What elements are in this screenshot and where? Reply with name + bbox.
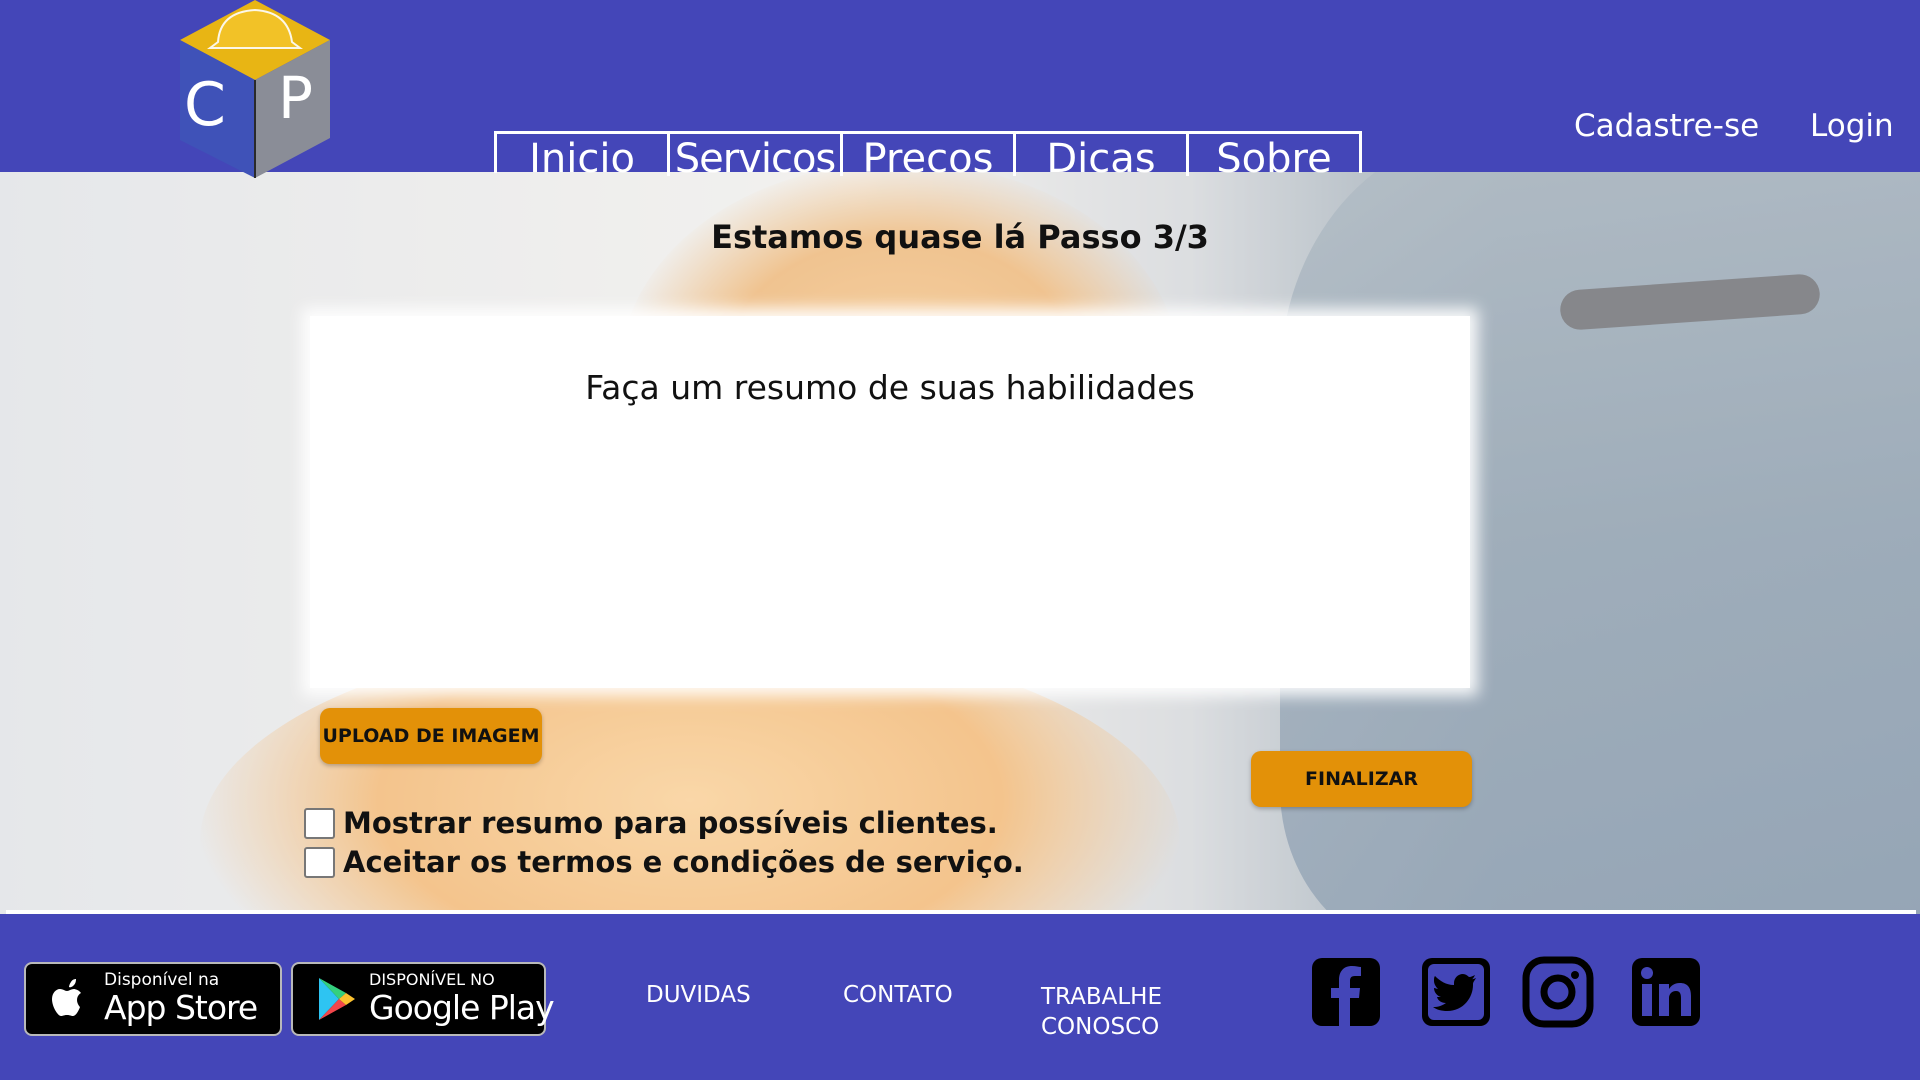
app-store-small-text: Disponível na bbox=[104, 970, 220, 990]
nav-dicas[interactable]: Dicas bbox=[1016, 134, 1189, 176]
logo-cube-icon[interactable]: C P bbox=[160, 0, 350, 178]
upload-image-button[interactable]: UPLOAD DE IMAGEM bbox=[320, 708, 542, 764]
show-summary-checkbox[interactable] bbox=[304, 807, 335, 839]
accept-terms-checkbox[interactable] bbox=[304, 846, 335, 878]
signup-step-section: Estamos quase lá Passo 3/3 UPLOAD DE IMA… bbox=[0, 172, 1920, 914]
accept-terms-option[interactable]: Aceitar os termos e condições de serviço… bbox=[304, 845, 1024, 879]
signup-link[interactable]: Cadastre-se bbox=[1574, 108, 1759, 144]
skills-summary-textarea[interactable] bbox=[310, 316, 1470, 688]
footer-divider bbox=[6, 910, 1916, 914]
app-store-big-text: App Store bbox=[104, 988, 258, 1027]
footer: Disponível na App Store DISPONÍVEL NO Go… bbox=[0, 914, 1920, 1080]
app-store-badge[interactable]: Disponível na App Store bbox=[24, 962, 282, 1036]
step-title: Estamos quase lá Passo 3/3 bbox=[711, 218, 1209, 256]
footer-link-duvidas[interactable]: DUVIDAS bbox=[646, 982, 751, 1008]
apple-icon bbox=[52, 979, 81, 1016]
finish-button[interactable]: FINALIZAR bbox=[1251, 751, 1472, 807]
google-play-icon bbox=[319, 978, 355, 1020]
google-play-big-text: Google Play bbox=[369, 988, 555, 1027]
svg-text:P: P bbox=[278, 64, 313, 132]
header: C P Inicio Servicos Precos Dicas Sobre C… bbox=[0, 0, 1920, 178]
main-nav: Inicio Servicos Precos Dicas Sobre bbox=[494, 131, 1362, 176]
nav-servicos[interactable]: Servicos bbox=[670, 134, 843, 176]
google-play-small-text: DISPONÍVEL NO bbox=[369, 970, 495, 989]
facebook-icon[interactable] bbox=[1310, 956, 1382, 1028]
accept-terms-label: Aceitar os termos e condições de serviço… bbox=[343, 845, 1024, 879]
linkedin-icon[interactable] bbox=[1630, 956, 1702, 1028]
login-link[interactable]: Login bbox=[1810, 108, 1894, 144]
instagram-icon[interactable] bbox=[1522, 956, 1594, 1028]
google-play-badge[interactable]: DISPONÍVEL NO Google Play bbox=[291, 962, 555, 1036]
show-summary-option[interactable]: Mostrar resumo para possíveis clientes. bbox=[304, 806, 998, 840]
nav-sobre[interactable]: Sobre bbox=[1189, 134, 1359, 176]
footer-link-trabalhe-conosco[interactable]: TRABALHE CONOSCO bbox=[1041, 982, 1181, 1042]
summary-panel bbox=[310, 316, 1470, 688]
footer-link-contato[interactable]: CONTATO bbox=[843, 982, 953, 1008]
nav-inicio[interactable]: Inicio bbox=[497, 134, 670, 176]
nav-precos[interactable]: Precos bbox=[843, 134, 1016, 176]
twitter-icon[interactable] bbox=[1420, 956, 1492, 1028]
show-summary-label: Mostrar resumo para possíveis clientes. bbox=[343, 806, 998, 840]
svg-text:C: C bbox=[184, 70, 226, 140]
